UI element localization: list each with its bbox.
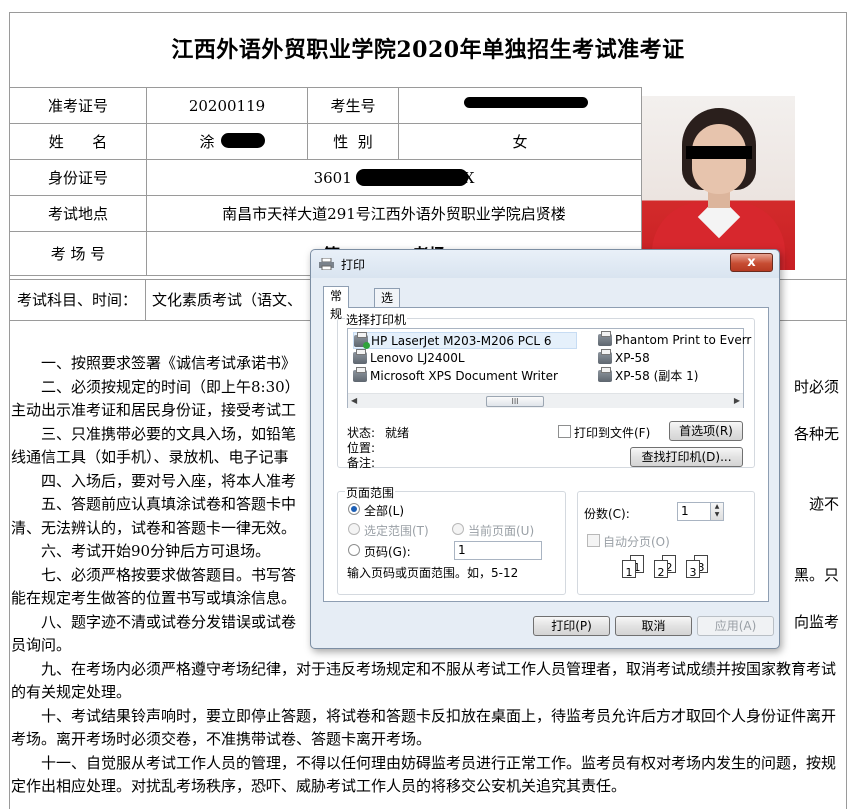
room-label: 考 场 号 bbox=[9, 231, 147, 276]
gender-label: 性 别 bbox=[307, 123, 399, 160]
apply-button[interactable]: 应用(A) bbox=[697, 616, 774, 636]
dialog-titlebar[interactable]: 打印 x bbox=[311, 250, 779, 278]
printer-list[interactable]: HP LaserJet M203-M206 PCL 6 Lenovo LJ240… bbox=[347, 328, 751, 408]
print-dialog: 打印 x 常规 选项 选择打印机 HP LaserJet M203-M206 P… bbox=[310, 249, 780, 649]
admit-no-label: 准考证号 bbox=[9, 87, 147, 124]
cancel-button[interactable]: 取消 bbox=[615, 616, 692, 636]
printer-item-phantom[interactable]: Phantom Print to Everr bbox=[598, 331, 752, 349]
printer-name: HP LaserJet M203-M206 PCL 6 bbox=[371, 334, 552, 348]
printer-item-lenovo[interactable]: Lenovo LJ2400L bbox=[353, 349, 465, 367]
scroll-right-icon[interactable]: ▶ bbox=[734, 396, 740, 405]
location-value: 南昌市天祥大道291号江西外语外贸职业学院启贤楼 bbox=[146, 195, 642, 232]
printer-list-scrollbar[interactable]: ◀ III ▶ bbox=[348, 393, 743, 408]
range-current-label: 当前页面(U) bbox=[468, 524, 535, 538]
printer-item-xps[interactable]: Microsoft XPS Document Writer bbox=[353, 367, 558, 385]
scroll-left-icon[interactable]: ◀ bbox=[351, 396, 357, 405]
student-photo bbox=[642, 96, 795, 270]
range-pages-label: 页码(G): bbox=[364, 545, 411, 559]
tab-options[interactable]: 选项 bbox=[374, 288, 401, 323]
collate-label: 自动分页(O) bbox=[603, 535, 670, 549]
preferences-button[interactable]: 首选项(R) bbox=[669, 421, 743, 441]
dialog-title: 打印 bbox=[341, 258, 366, 272]
printer-icon bbox=[319, 258, 334, 270]
collate-page: 3 bbox=[686, 560, 700, 579]
range-hint: 输入页码或页面范围。如，5-12 bbox=[347, 566, 519, 580]
rule-5-start: 五、答题前应认真填涂试卷和答题卡中 bbox=[41, 495, 297, 513]
rule-2-start: 二、必须按规定的时间（即上午8:30） bbox=[41, 377, 300, 396]
info-table: 准考证号 20200119 考生号 姓 名 涂 性 别 女 身份证号 3601 X… bbox=[9, 87, 642, 276]
rule-11: 十一、自觉服从考试工作人员的管理，不得以任何理由妨碍监考员进行正常工作。监考员有… bbox=[11, 753, 837, 796]
id-no-label: 身份证号 bbox=[9, 159, 147, 196]
photo-eye-bar bbox=[686, 146, 752, 159]
printer-icon bbox=[353, 349, 367, 364]
rule-9: 九、在考场内必须严格遵守考场纪律，对于违反考场规定和不服从考试工作人员管理者，取… bbox=[11, 659, 837, 702]
collate-page: 1 bbox=[622, 560, 636, 579]
range-pages-radio[interactable] bbox=[348, 544, 360, 556]
gender-value: 女 bbox=[398, 123, 642, 160]
print-to-file-checkbox[interactable] bbox=[558, 425, 571, 438]
status-value: 就绪 bbox=[385, 426, 410, 440]
range-all-radio[interactable] bbox=[348, 503, 360, 515]
exam-no-label: 考生号 bbox=[307, 87, 399, 124]
printer-name: Phantom Print to Everr bbox=[615, 333, 752, 347]
print-button[interactable]: 打印(P) bbox=[533, 616, 610, 636]
document-title: 江西外语外贸职业学院2020年单独招生考试准考证 bbox=[171, 37, 685, 63]
range-current-radio[interactable] bbox=[452, 523, 464, 535]
redaction-id bbox=[356, 169, 468, 186]
tab-general[interactable]: 常规 bbox=[323, 286, 350, 321]
printer-icon bbox=[353, 367, 367, 382]
collate-checkbox[interactable] bbox=[587, 534, 600, 547]
location-label: 考试地点 bbox=[9, 195, 147, 232]
page-range-label: 页面范围 bbox=[345, 484, 396, 501]
range-all-label: 全部(L) bbox=[364, 504, 405, 518]
subject-value: 文化素质考试（语文、 bbox=[152, 291, 303, 309]
admit-no-value: 20200119 bbox=[146, 87, 308, 124]
rule-10: 十、考试结果铃声响时，要立即停止答题，将试卷和答题卡反扣放在桌面上，待监考员允许… bbox=[11, 706, 837, 749]
find-printer-button[interactable]: 查找打印机(D)... bbox=[630, 447, 743, 467]
printer-icon bbox=[598, 349, 612, 364]
printer-default-icon bbox=[354, 332, 370, 349]
printer-icon bbox=[598, 331, 612, 346]
name-label: 姓 名 bbox=[9, 123, 147, 160]
scroll-thumb[interactable]: III bbox=[486, 396, 544, 407]
rule-7-start: 七、必须严格按要求做答题目。书写答 bbox=[41, 565, 297, 584]
printer-icon bbox=[598, 367, 612, 382]
copies-spinner[interactable]: ▲ ▼ bbox=[710, 502, 724, 521]
photo-face bbox=[692, 124, 746, 194]
copies-input[interactable]: 1 bbox=[677, 502, 711, 521]
printer-item-xp58-copy[interactable]: XP-58 (副本 1) bbox=[598, 367, 699, 385]
redaction-exam-no bbox=[464, 97, 588, 108]
copies-label: 份数(C): bbox=[584, 507, 630, 521]
redaction-name bbox=[221, 133, 265, 148]
name-visible-part: 涂 bbox=[199, 133, 215, 151]
close-button[interactable]: x bbox=[730, 253, 773, 272]
collate-page: 2 bbox=[654, 560, 668, 579]
general-panel: 选择打印机 HP LaserJet M203-M206 PCL 6 Lenovo… bbox=[323, 307, 769, 602]
range-selection-label: 选定范围(T) bbox=[364, 524, 429, 538]
printer-name: Lenovo LJ2400L bbox=[370, 351, 465, 365]
comment-label: 备注: bbox=[347, 456, 376, 470]
printer-item-xp58[interactable]: XP-58 bbox=[598, 349, 650, 367]
printer-name: Microsoft XPS Document Writer bbox=[370, 369, 558, 383]
print-to-file-label: 打印到文件(F) bbox=[574, 426, 651, 440]
select-printer-label: 选择打印机 bbox=[345, 311, 408, 328]
printer-name: XP-58 (副本 1) bbox=[615, 369, 699, 383]
printer-name: XP-58 bbox=[615, 351, 650, 365]
range-selection-radio[interactable] bbox=[348, 523, 360, 535]
printer-item-hp[interactable]: HP LaserJet M203-M206 PCL 6 bbox=[353, 332, 577, 349]
rule-3-start: 三、只准携带必要的文具入场，如铅笔 bbox=[41, 424, 297, 443]
pages-input[interactable]: 1 bbox=[454, 541, 542, 560]
id-visible-prefix: 3601 bbox=[313, 168, 352, 187]
subject-label: 考试科目、时间： bbox=[9, 280, 146, 320]
rule-5-end: 迹不 bbox=[808, 495, 839, 513]
rule-8-start: 八、题字迹不清或试卷分发错误或试卷 bbox=[41, 612, 297, 631]
